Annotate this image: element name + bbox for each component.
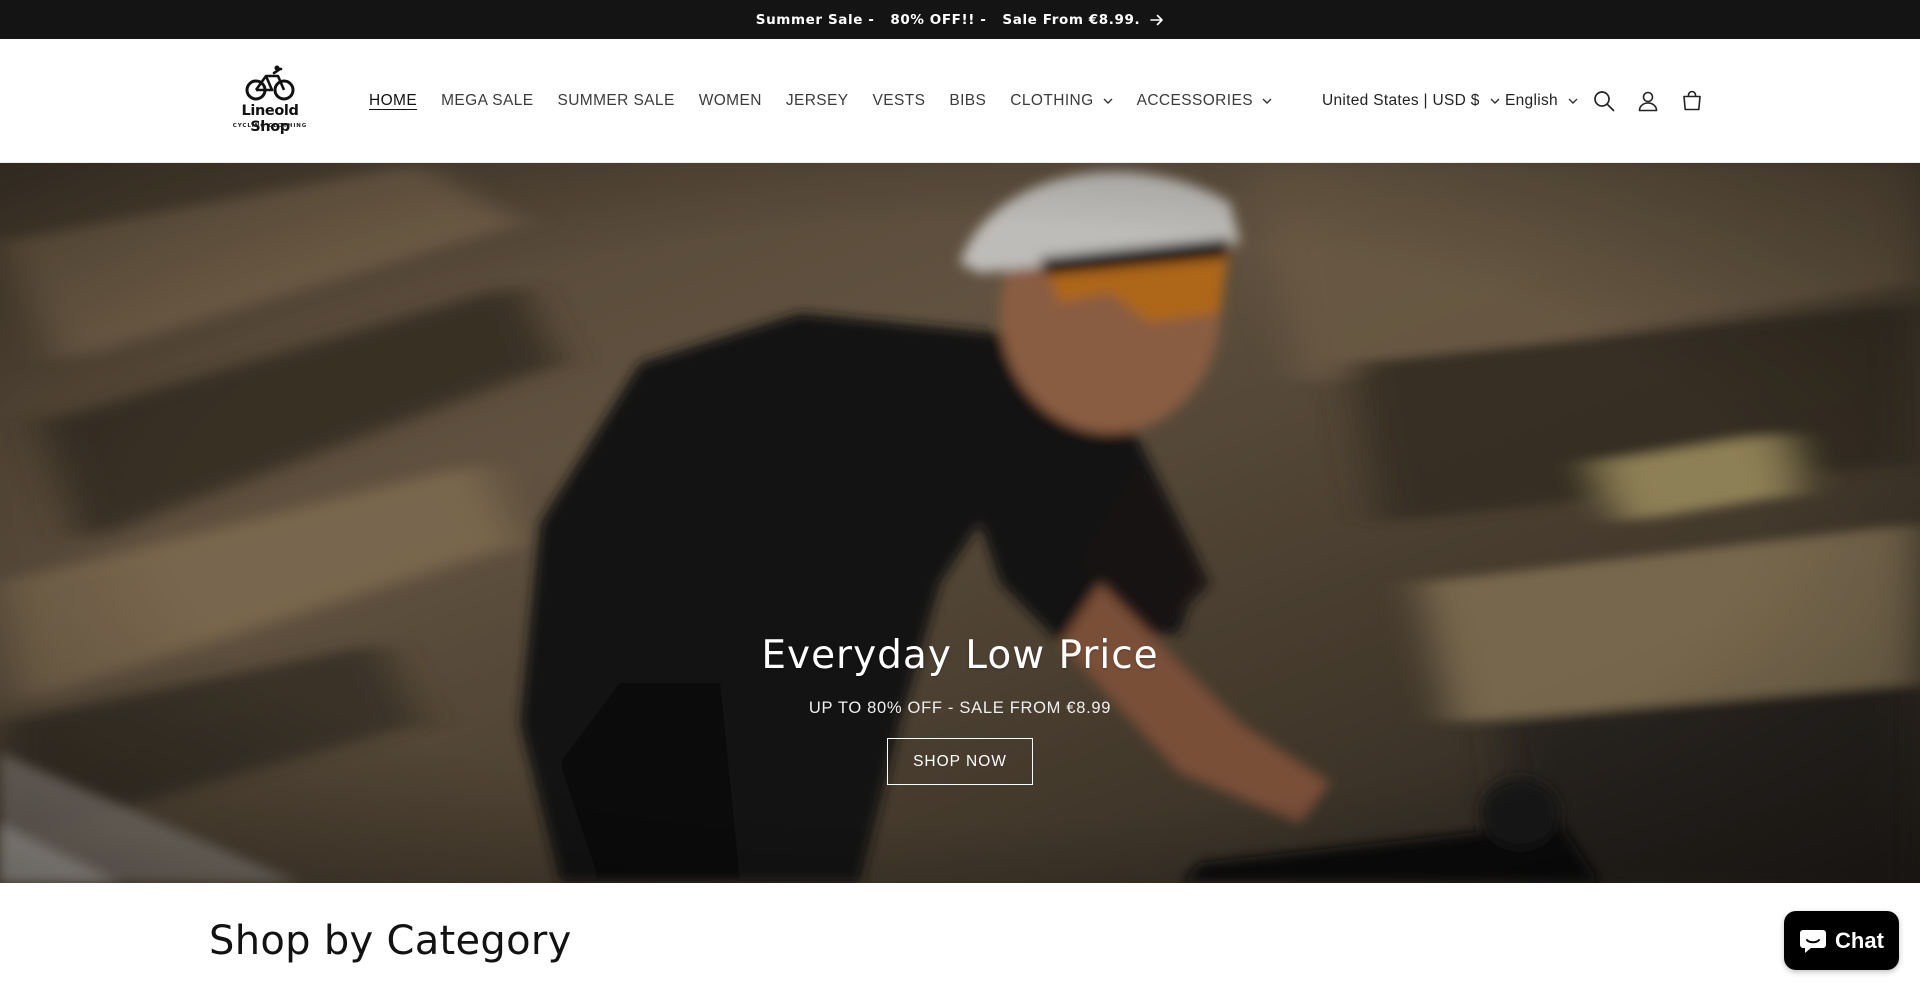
- logo-name: Lineold Shop: [241, 103, 299, 135]
- nav-item-label: CLOTHING: [1010, 92, 1094, 109]
- country-selector-label: United States | USD $: [1322, 92, 1480, 109]
- nav-item-jersey[interactable]: JERSEY: [786, 92, 849, 110]
- main-nav: HOME MEGA SALE SUMMER SALE WOMEN JERSEY …: [369, 39, 1296, 163]
- nav-item-vests[interactable]: VESTS: [873, 92, 926, 110]
- nav-item-home[interactable]: HOME: [369, 92, 417, 110]
- nav-item-accessories[interactable]: ACCESSORIES: [1137, 92, 1272, 110]
- nav-item-summer-sale[interactable]: SUMMER SALE: [557, 92, 674, 110]
- nav-item-label: BIBS: [949, 92, 987, 109]
- hero-banner: Everyday Low Price UP TO 80% OFF - SALE …: [0, 163, 1920, 883]
- language-selector-label: English: [1505, 92, 1558, 109]
- nav-item-mega-sale[interactable]: MEGA SALE: [441, 92, 533, 110]
- chevron-down-icon: [1568, 98, 1578, 104]
- nav-item-label: HOME: [369, 92, 418, 109]
- nav-item-label: SUMMER SALE: [557, 92, 675, 109]
- chat-bubble-icon: [1799, 928, 1827, 954]
- nav-item-label: MEGA SALE: [441, 92, 534, 109]
- language-selector[interactable]: English: [1505, 39, 1578, 163]
- nav-item-label: JERSEY: [785, 92, 849, 109]
- announcement-bar[interactable]: Summer Sale - 80% OFF!! - Sale From €8.9…: [0, 0, 1920, 39]
- nav-item-women[interactable]: WOMEN: [699, 92, 762, 110]
- announcement-text[interactable]: Summer Sale - 80% OFF!! - Sale From €8.9…: [756, 12, 1140, 28]
- chevron-down-icon: [1490, 98, 1500, 104]
- search-icon[interactable]: [1589, 86, 1619, 116]
- hero-content: Everyday Low Price UP TO 80% OFF - SALE …: [0, 633, 1920, 785]
- hero-title: Everyday Low Price: [761, 633, 1159, 678]
- shop-by-category-heading: Shop by Category: [209, 918, 572, 964]
- chevron-down-icon: [1103, 98, 1113, 104]
- shop-now-button[interactable]: SHOP NOW: [887, 738, 1033, 785]
- arrow-right-icon: [1150, 14, 1164, 26]
- nav-item-bibs[interactable]: BIBS: [949, 92, 986, 110]
- cart-icon[interactable]: [1677, 86, 1707, 116]
- chat-label: Chat: [1835, 927, 1884, 953]
- account-icon[interactable]: [1633, 86, 1663, 116]
- country-selector[interactable]: United States | USD $: [1322, 39, 1500, 163]
- chevron-down-icon: [1262, 98, 1272, 104]
- logo-tagline: CYCLING CLOTHING: [232, 123, 308, 129]
- logo[interactable]: Lineold Shop CYCLING CLOTHING: [222, 64, 318, 140]
- nav-item-label: ACCESSORIES: [1136, 92, 1253, 109]
- hero-subtitle: UP TO 80% OFF - SALE FROM €8.99: [808, 699, 1112, 717]
- nav-item-label: WOMEN: [698, 92, 762, 109]
- nav-item-clothing[interactable]: CLOTHING: [1010, 92, 1113, 110]
- chat-button[interactable]: Chat: [1784, 911, 1899, 970]
- site-header: Lineold Shop CYCLING CLOTHING HOME MEGA …: [0, 39, 1920, 163]
- bicycle-icon: [245, 65, 295, 101]
- nav-item-label: VESTS: [872, 92, 926, 109]
